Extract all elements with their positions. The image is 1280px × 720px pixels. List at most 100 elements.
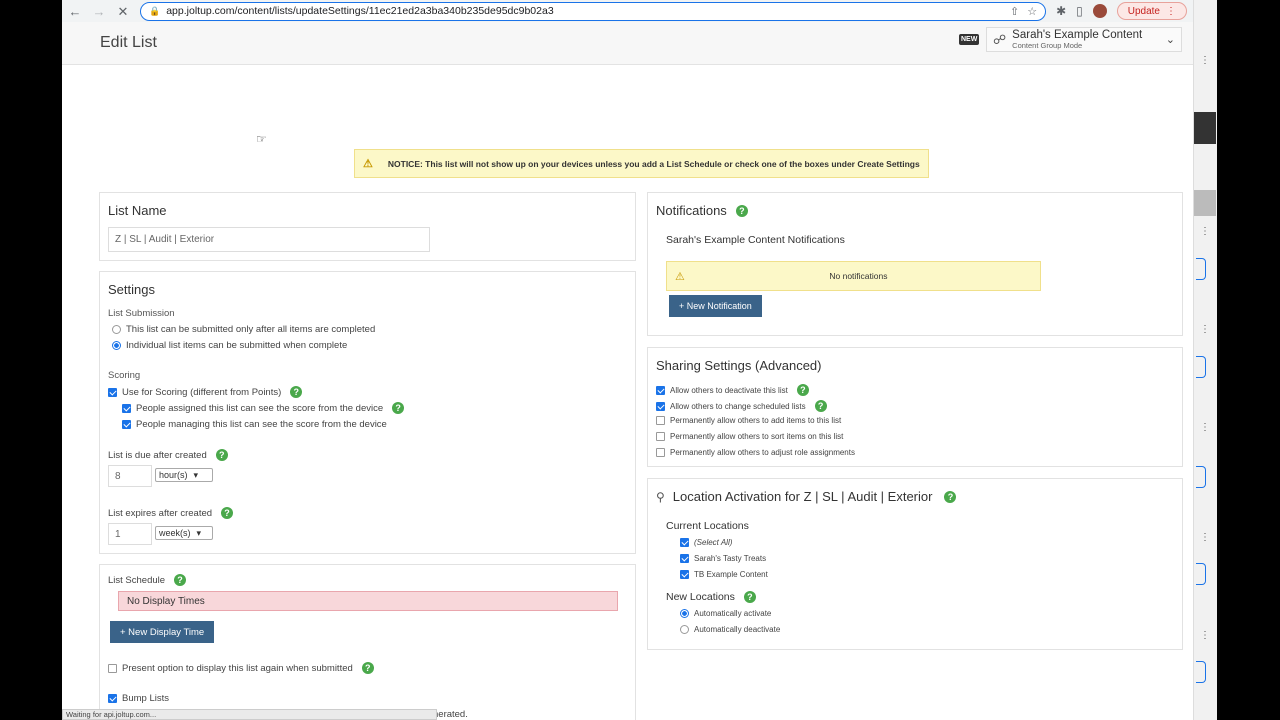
no-notifications-banner: ⚠ No notifications <box>666 261 1041 291</box>
star-icon[interactable]: ☆ <box>1027 5 1037 18</box>
sharing-option[interactable]: Permanently allow others to sort items o… <box>656 432 843 441</box>
page-header: Edit List NEW ☍ Sarah's Example Content … <box>62 22 1193 65</box>
forward-icon[interactable]: → <box>92 4 106 18</box>
share-icon[interactable]: ⇧ <box>1010 5 1019 18</box>
sidepanel-icon[interactable]: ▯ <box>1076 4 1083 18</box>
help-icon[interactable]: ? <box>796 384 809 396</box>
new-locations-label-row: New Locations ? <box>666 591 756 603</box>
side-field[interactable] <box>1196 661 1206 683</box>
stop-loading-icon[interactable]: ✕ <box>116 4 130 18</box>
checkbox[interactable] <box>680 554 689 563</box>
letterbox-right <box>1217 0 1280 720</box>
sharing-option[interactable]: Allow others to deactivate this list ? <box>656 384 809 396</box>
list-name-panel: List Name Z | SL | Audit | Exterior <box>99 192 636 261</box>
managing-see-label: People managing this list can see the sc… <box>136 419 387 430</box>
expires-unit-select[interactable]: week(s) ▾ <box>155 526 213 540</box>
checkbox[interactable] <box>656 432 665 441</box>
submission-option-all[interactable]: This list can be submitted only after al… <box>112 324 375 335</box>
update-button[interactable]: Update ⋮ <box>1116 2 1187 20</box>
sharing-option[interactable]: Permanently allow others to add items to… <box>656 416 841 425</box>
auto-activate-radio[interactable]: Automatically activate <box>680 609 771 618</box>
warning-icon: ⚠ <box>675 270 685 283</box>
help-icon[interactable]: ? <box>392 402 405 414</box>
help-icon[interactable]: ? <box>944 490 957 503</box>
location-title-row: ⚲ Location Activation for Z | SL | Audit… <box>656 489 957 504</box>
more-vert-icon[interactable]: ⋮ <box>1200 226 1210 237</box>
location-title: Location Activation for Z | SL | Audit |… <box>672 489 933 504</box>
radio[interactable] <box>112 341 121 350</box>
new-notification-button[interactable]: + New Notification <box>669 295 762 317</box>
dropdown-arrow-icon: ▾ <box>193 469 199 480</box>
radio[interactable] <box>680 609 689 618</box>
checkbox[interactable] <box>108 663 117 673</box>
more-vert-icon[interactable]: ⋮ <box>1200 532 1210 543</box>
chevron-down-icon: ⌄ <box>1165 34 1175 46</box>
use-scoring-checkbox[interactable]: Use for Scoring (different from Points) … <box>108 386 303 398</box>
auto-deactivate-radio[interactable]: Automatically deactivate <box>680 625 780 634</box>
help-icon[interactable]: ? <box>814 400 827 412</box>
checkbox[interactable] <box>108 387 117 397</box>
location-item[interactable]: Sarah's Tasty Treats <box>680 554 766 563</box>
checkbox[interactable] <box>680 570 689 579</box>
location-select-all[interactable]: (Select All) <box>680 538 732 547</box>
update-label: Update <box>1127 5 1160 17</box>
new-display-time-button[interactable]: + New Display Time <box>110 621 215 643</box>
side-field[interactable] <box>1196 258 1206 280</box>
auto-deactivate-label: Automatically deactivate <box>694 625 781 634</box>
page-title: Edit List <box>100 34 157 51</box>
sharing-option-label: Permanently allow others to add items to… <box>670 416 842 425</box>
radio[interactable] <box>680 625 689 634</box>
expires-value-input[interactable]: 1 <box>108 523 152 545</box>
due-value-input[interactable]: 8 <box>108 465 152 487</box>
due-unit-value: hour(s) <box>159 470 188 480</box>
auto-activate-label: Automatically activate <box>694 609 772 618</box>
checkbox[interactable] <box>656 448 665 457</box>
help-icon[interactable]: ? <box>735 204 748 217</box>
assigned-see-checkbox[interactable]: People assigned this list can see the sc… <box>122 402 405 414</box>
submission-label: List Submission <box>108 308 175 319</box>
help-icon[interactable]: ? <box>221 507 234 519</box>
more-vert-icon[interactable]: ⋮ <box>1200 55 1210 66</box>
submission-option-label: This list can be submitted only after al… <box>126 324 376 335</box>
side-field[interactable] <box>1196 466 1206 488</box>
bump-lists-checkbox[interactable]: Bump Lists <box>108 693 169 704</box>
more-vert-icon[interactable]: ⋮ <box>1200 324 1210 335</box>
notice-banner: ⚠ NOTICE: This list will not show up on … <box>354 149 929 178</box>
managing-see-checkbox[interactable]: People managing this list can see the sc… <box>122 419 387 430</box>
address-bar[interactable]: 🔒 app.joltup.com/content/lists/updateSet… <box>140 1 1047 21</box>
checkbox[interactable] <box>122 420 131 429</box>
checkbox[interactable] <box>122 403 131 413</box>
checkbox[interactable] <box>656 401 665 411</box>
help-icon[interactable]: ? <box>361 662 374 674</box>
checkbox[interactable] <box>656 416 665 425</box>
radio[interactable] <box>112 325 121 334</box>
side-field[interactable] <box>1196 356 1206 378</box>
help-icon[interactable]: ? <box>174 574 187 586</box>
no-display-times: No Display Times <box>118 591 618 611</box>
help-icon[interactable]: ? <box>215 449 228 461</box>
sharing-option[interactable]: Allow others to change scheduled lists ? <box>656 400 827 412</box>
list-name-input[interactable]: Z | SL | Audit | Exterior <box>108 227 430 252</box>
help-icon[interactable]: ? <box>290 386 303 398</box>
back-icon[interactable]: ← <box>68 4 82 18</box>
present-option-checkbox[interactable]: Present option to display this list agai… <box>108 662 374 674</box>
content-group-selector[interactable]: ☍ Sarah's Example Content Content Group … <box>986 27 1182 52</box>
more-vert-icon[interactable]: ⋮ <box>1200 422 1210 433</box>
help-icon[interactable]: ? <box>743 591 756 603</box>
submission-option-individual[interactable]: Individual list items can be submitted w… <box>112 340 347 351</box>
extensions-icon[interactable]: ✱ <box>1056 4 1066 18</box>
location-item[interactable]: TB Example Content <box>680 570 768 579</box>
due-unit-select[interactable]: hour(s) ▾ <box>155 468 213 482</box>
more-vert-icon[interactable]: ⋮ <box>1200 630 1210 641</box>
checkbox[interactable] <box>656 385 665 395</box>
schedule-title: List Schedule <box>108 574 166 586</box>
location-label: (Select All) <box>694 538 733 547</box>
checkbox[interactable] <box>680 538 689 547</box>
checkbox[interactable] <box>108 694 117 703</box>
use-scoring-label: Use for Scoring (different from Points) <box>122 386 282 398</box>
profile-avatar[interactable] <box>1092 4 1107 18</box>
present-option-label: Present option to display this list agai… <box>122 662 353 674</box>
side-field[interactable] <box>1196 563 1206 585</box>
sharing-option[interactable]: Permanently allow others to adjust role … <box>656 448 855 457</box>
assigned-see-label: People assigned this list can see the sc… <box>136 402 384 414</box>
